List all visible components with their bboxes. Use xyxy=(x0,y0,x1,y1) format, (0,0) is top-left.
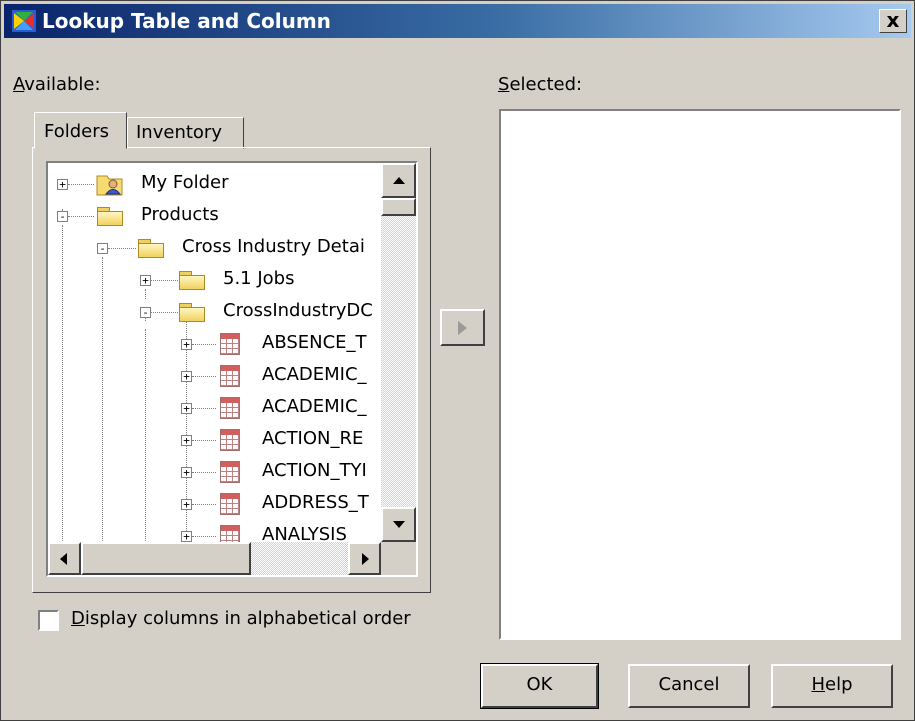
tree-item-my-folder[interactable]: + My Folder xyxy=(48,168,381,200)
add-selection-button[interactable] xyxy=(440,309,485,346)
selected-list[interactable] xyxy=(499,109,901,640)
scroll-right-button[interactable] xyxy=(348,542,381,575)
tree-connector xyxy=(192,344,216,346)
tab-folders-label: Folders xyxy=(44,121,110,142)
tree-connector xyxy=(192,408,216,410)
scroll-up-button[interactable] xyxy=(381,163,416,198)
collapse-icon[interactable]: - xyxy=(97,243,108,254)
tree-item-label: CrossIndustryDC xyxy=(223,300,373,321)
window-title: Lookup Table and Column xyxy=(42,9,331,33)
expand-icon[interactable]: + xyxy=(181,403,192,414)
tree-connector xyxy=(68,216,94,218)
tree-connector xyxy=(192,504,216,506)
ok-button-label: OK xyxy=(526,674,553,695)
table-icon xyxy=(220,493,240,515)
arrow-left-icon xyxy=(60,553,67,565)
tree-item-label: 5.1 Jobs xyxy=(223,268,295,289)
table-icon xyxy=(220,461,240,483)
tree-connector xyxy=(151,280,178,282)
tree-item-label: ACADEMIC_ xyxy=(262,396,367,417)
tree-item-table[interactable]: + ACTION_TYI xyxy=(48,456,381,488)
expand-icon[interactable]: + xyxy=(181,371,192,382)
title-bar: Lookup Table and Column x xyxy=(4,4,911,38)
folder-tree[interactable]: + My Folder - Products - Cross Industry … xyxy=(46,161,418,577)
tree-connector xyxy=(192,536,216,538)
arrow-right-icon xyxy=(458,321,467,335)
scrollbar-corner xyxy=(381,542,416,575)
expand-icon[interactable]: + xyxy=(57,179,68,190)
tree-item-label: ACTION_RE xyxy=(262,428,364,449)
tree-item-table[interactable]: + ACTION_RE xyxy=(48,424,381,456)
arrow-down-icon xyxy=(393,521,405,528)
arrow-up-icon xyxy=(393,177,405,184)
vertical-scrollbar[interactable] xyxy=(381,163,416,542)
tree-item-label: ANALYSIS xyxy=(262,524,347,542)
tree-item-table[interactable]: + ANALYSIS xyxy=(48,520,381,542)
table-icon xyxy=(220,365,240,387)
close-button[interactable]: x xyxy=(879,9,907,33)
expand-icon[interactable]: + xyxy=(140,275,151,286)
close-icon: x xyxy=(886,8,900,32)
folder-icon xyxy=(179,271,205,290)
expand-icon[interactable]: + xyxy=(181,499,192,510)
app-icon xyxy=(12,10,36,32)
horizontal-scrollbar[interactable] xyxy=(48,542,381,575)
tree-item-label: ACTION_TYI xyxy=(262,460,367,481)
scroll-thumb[interactable] xyxy=(381,198,416,216)
help-button[interactable]: Help xyxy=(771,664,893,708)
tree-item-label: ADDRESS_T xyxy=(262,492,369,513)
tree-item-label: ACADEMIC_ xyxy=(262,364,367,385)
help-button-label: Help xyxy=(811,674,853,695)
tab-inventory-label: Inventory xyxy=(136,122,222,143)
tab-inventory[interactable]: Inventory xyxy=(127,117,244,149)
expand-icon[interactable]: + xyxy=(181,531,192,542)
table-icon xyxy=(220,397,240,419)
expand-icon[interactable]: + xyxy=(181,467,192,478)
tree-item-cross-industry-detail[interactable]: - Cross Industry Detai xyxy=(48,232,381,264)
tree-connector xyxy=(68,184,94,186)
tree-connector xyxy=(151,312,178,314)
alphabetical-order-checkbox[interactable] xyxy=(38,610,59,631)
scroll-thumb-horizontal[interactable] xyxy=(81,542,251,575)
scroll-down-button[interactable] xyxy=(381,507,416,542)
expand-icon[interactable]: + xyxy=(181,339,192,350)
table-icon xyxy=(220,429,240,451)
table-icon xyxy=(220,333,240,355)
tree-connector xyxy=(192,472,216,474)
folder-icon xyxy=(179,303,205,322)
alphabetical-order-label[interactable]: Display columns in alphabetical order xyxy=(71,608,411,629)
expand-icon[interactable]: + xyxy=(181,435,192,446)
tree-item-table[interactable]: + ABSENCE_T xyxy=(48,328,381,360)
tree-item-label: Cross Industry Detai xyxy=(182,236,365,257)
available-label: Available: xyxy=(13,74,101,95)
tree-item-label: My Folder xyxy=(141,172,229,193)
tree-connector xyxy=(192,440,216,442)
tree-item-label: Products xyxy=(141,204,219,225)
tree-viewport: + My Folder - Products - Cross Industry … xyxy=(48,163,381,542)
cancel-button[interactable]: Cancel xyxy=(628,664,750,708)
table-icon xyxy=(220,525,240,542)
tree-item-table[interactable]: + ADDRESS_T xyxy=(48,488,381,520)
tree-item-table[interactable]: + ACADEMIC_ xyxy=(48,392,381,424)
tree-item-crossindustrydc[interactable]: - CrossIndustryDC xyxy=(48,296,381,328)
selected-label: Selected: xyxy=(498,74,583,95)
user-folder-icon xyxy=(96,175,123,196)
tree-item-jobs[interactable]: + 5.1 Jobs xyxy=(48,264,381,296)
tree-connector xyxy=(108,248,136,250)
folder-icon xyxy=(138,239,164,258)
cancel-button-label: Cancel xyxy=(658,674,720,695)
ok-button[interactable]: OK xyxy=(480,663,599,709)
scroll-left-button[interactable] xyxy=(48,542,81,575)
folder-icon xyxy=(97,207,123,226)
collapse-icon[interactable]: - xyxy=(140,307,151,318)
lookup-dialog: Lookup Table and Column x Available: Sel… xyxy=(0,0,915,721)
tree-item-products[interactable]: - Products xyxy=(48,200,381,232)
collapse-icon[interactable]: - xyxy=(57,211,68,222)
tab-folders[interactable]: Folders xyxy=(34,112,127,149)
tree-item-label: ABSENCE_T xyxy=(262,332,367,353)
arrow-right-icon xyxy=(362,553,369,565)
tree-connector xyxy=(192,376,216,378)
tree-item-table[interactable]: + ACADEMIC_ xyxy=(48,360,381,392)
